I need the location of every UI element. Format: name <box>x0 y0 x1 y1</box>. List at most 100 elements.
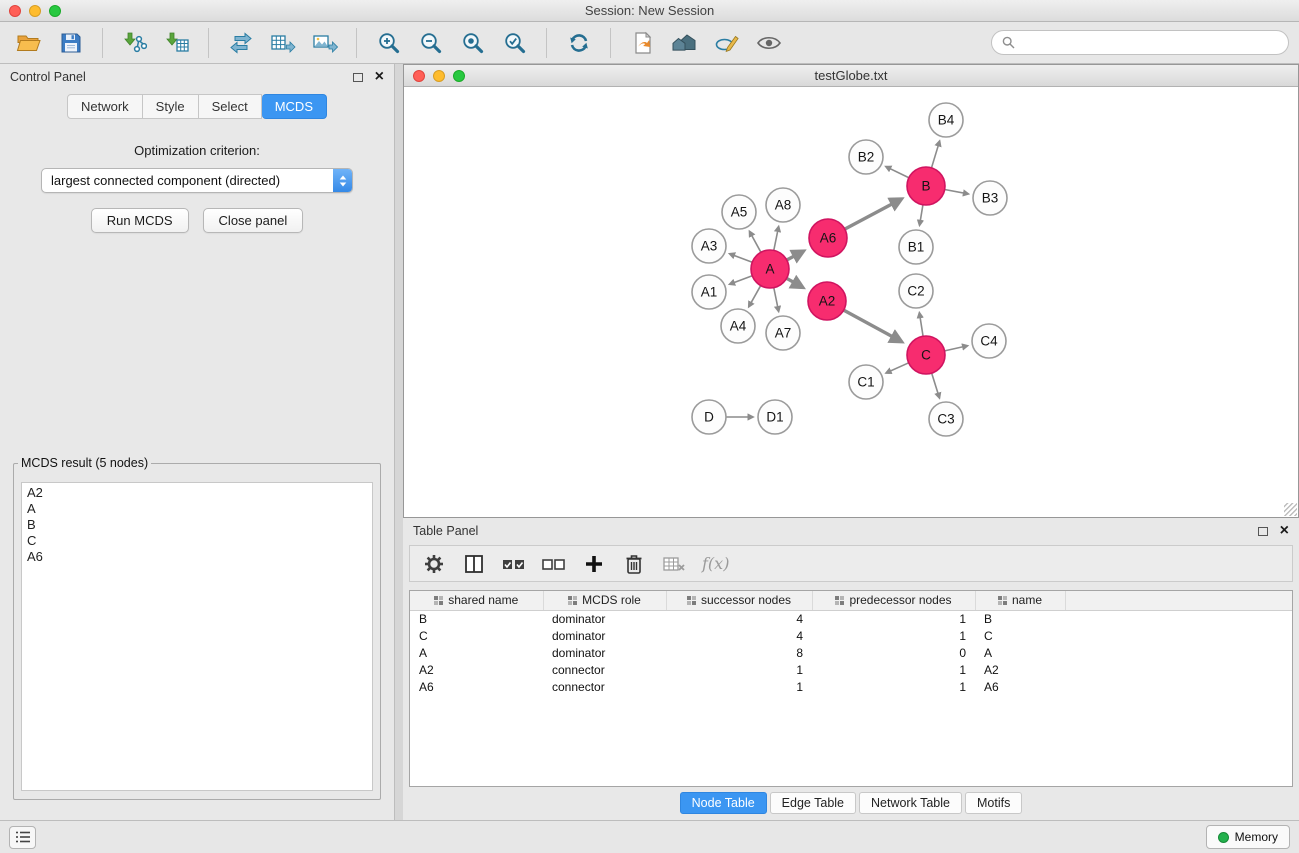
unselect-all-columns-button[interactable] <box>538 549 570 579</box>
export-image-button[interactable] <box>306 25 343 61</box>
edge-A-A4[interactable] <box>749 286 761 307</box>
fullscreen-window-button[interactable] <box>49 5 61 17</box>
mcds-result-item[interactable]: A2 <box>27 485 367 501</box>
edge-A-A5[interactable] <box>750 231 761 252</box>
minimize-window-button[interactable] <box>29 5 41 17</box>
search-box[interactable] <box>991 30 1289 55</box>
tab-motifs[interactable]: Motifs <box>965 792 1022 814</box>
edge-C-C3[interactable] <box>932 373 940 398</box>
graphics-details-button[interactable] <box>708 25 745 61</box>
zoom-network-window-button[interactable] <box>453 70 465 82</box>
node-A5[interactable]: A5 <box>722 195 756 229</box>
node-B[interactable]: B <box>907 167 945 205</box>
node-B2[interactable]: B2 <box>849 140 883 174</box>
table-row-B[interactable]: Bdominator41B <box>410 610 1292 627</box>
column-header-name[interactable]: name <box>975 591 1065 610</box>
node-A8[interactable]: A8 <box>766 188 800 222</box>
node-B1[interactable]: B1 <box>899 230 933 264</box>
node-D[interactable]: D <box>692 400 726 434</box>
delete-table-button[interactable] <box>658 549 690 579</box>
network-canvas[interactable]: B4B2BB3A5A8A6A3B1AC2A1A2A4A7C4CC1DD1C3 <box>404 87 1298 517</box>
column-header-shared-name[interactable]: shared name <box>410 591 543 610</box>
network-graph[interactable]: B4B2BB3A5A8A6A3B1AC2A1A2A4A7C4CC1DD1C3 <box>404 87 1298 517</box>
edge-B-B3[interactable] <box>945 190 969 194</box>
table-row-A[interactable]: Adominator80A <box>410 644 1292 661</box>
node-C[interactable]: C <box>907 336 945 374</box>
export-table-button[interactable] <box>264 25 301 61</box>
tab-select[interactable]: Select <box>199 94 262 119</box>
apply-layout-button[interactable] <box>560 25 597 61</box>
table-row-C[interactable]: Cdominator41C <box>410 627 1292 644</box>
edge-B-B1[interactable] <box>920 205 923 226</box>
edge-A2-C[interactable] <box>844 310 902 341</box>
mcds-result-item[interactable]: C <box>27 533 367 549</box>
mcds-result-item[interactable]: A <box>27 501 367 517</box>
node-A1[interactable]: A1 <box>692 275 726 309</box>
tab-node-table[interactable]: Node Table <box>680 792 767 814</box>
settings-gear-button[interactable] <box>418 549 450 579</box>
export-network-button[interactable] <box>222 25 259 61</box>
node-B3[interactable]: B3 <box>973 181 1007 215</box>
first-neighbors-button[interactable] <box>666 25 703 61</box>
minimize-network-window-button[interactable] <box>433 70 445 82</box>
save-session-button[interactable] <box>52 25 89 61</box>
node-B4[interactable]: B4 <box>929 103 963 137</box>
edge-C-C1[interactable] <box>886 363 909 373</box>
close-panel-icon[interactable]: × <box>375 69 384 85</box>
edge-A-A8[interactable] <box>774 227 779 251</box>
zoom-out-button[interactable] <box>412 25 449 61</box>
edge-A-A7[interactable] <box>774 288 779 312</box>
tab-mcds[interactable]: MCDS <box>262 94 327 119</box>
zoom-selected-button[interactable] <box>496 25 533 61</box>
edge-A6-B[interactable] <box>845 199 901 229</box>
column-header-predecessor-nodes[interactable]: predecessor nodes <box>812 591 975 610</box>
node-D1[interactable]: D1 <box>758 400 792 434</box>
optimization-criterion-select[interactable]: largest connected component (directed) <box>41 168 353 193</box>
import-network-button[interactable] <box>116 25 153 61</box>
memory-button[interactable]: Memory <box>1206 825 1290 849</box>
create-column-button[interactable] <box>578 549 610 579</box>
node-C3[interactable]: C3 <box>929 402 963 436</box>
column-header-MCDS-role[interactable]: MCDS role <box>543 591 666 610</box>
search-input[interactable] <box>1021 35 1278 50</box>
tab-network[interactable]: Network <box>67 94 143 119</box>
edge-A-A2[interactable] <box>787 278 803 287</box>
mcds-result-item[interactable]: B <box>27 517 367 533</box>
table-row-A6[interactable]: A6connector11A6 <box>410 678 1292 695</box>
close-window-button[interactable] <box>9 5 21 17</box>
edge-A-A6[interactable] <box>787 251 804 260</box>
tab-network-table[interactable]: Network Table <box>859 792 962 814</box>
show-hide-button[interactable] <box>750 25 787 61</box>
edge-B-B2[interactable] <box>886 167 909 178</box>
edge-A-A1[interactable] <box>730 276 753 285</box>
edge-B-B4[interactable] <box>932 141 940 168</box>
node-C2[interactable]: C2 <box>899 274 933 308</box>
open-session-button[interactable] <box>10 25 47 61</box>
table-row-A2[interactable]: A2connector11A2 <box>410 661 1292 678</box>
import-table-button[interactable] <box>158 25 195 61</box>
float-panel-icon[interactable] <box>353 73 363 82</box>
node-A[interactable]: A <box>751 250 789 288</box>
node-A2[interactable]: A2 <box>808 282 846 320</box>
close-table-panel-icon[interactable]: × <box>1280 523 1289 539</box>
mcds-result-item[interactable]: A6 <box>27 549 367 565</box>
close-panel-button[interactable]: Close panel <box>203 208 304 233</box>
float-table-panel-icon[interactable] <box>1258 527 1268 536</box>
delete-column-button[interactable] <box>618 549 650 579</box>
mcds-result-list[interactable]: A2ABCA6 <box>21 482 373 791</box>
node-A7[interactable]: A7 <box>766 316 800 350</box>
zoom-in-button[interactable] <box>370 25 407 61</box>
edge-A-A3[interactable] <box>730 254 753 263</box>
node-C1[interactable]: C1 <box>849 365 883 399</box>
edge-C-C2[interactable] <box>919 313 923 336</box>
open-document-button[interactable] <box>624 25 661 61</box>
show-columns-button[interactable] <box>458 549 490 579</box>
select-all-columns-button[interactable] <box>498 549 530 579</box>
close-network-window-button[interactable] <box>413 70 425 82</box>
tab-style[interactable]: Style <box>143 94 199 119</box>
window-resize-grip[interactable] <box>1284 503 1297 516</box>
node-A3[interactable]: A3 <box>692 229 726 263</box>
node-table-container[interactable]: shared nameMCDS rolesuccessor nodesprede… <box>409 590 1293 787</box>
node-A6[interactable]: A6 <box>809 219 847 257</box>
node-A4[interactable]: A4 <box>721 309 755 343</box>
